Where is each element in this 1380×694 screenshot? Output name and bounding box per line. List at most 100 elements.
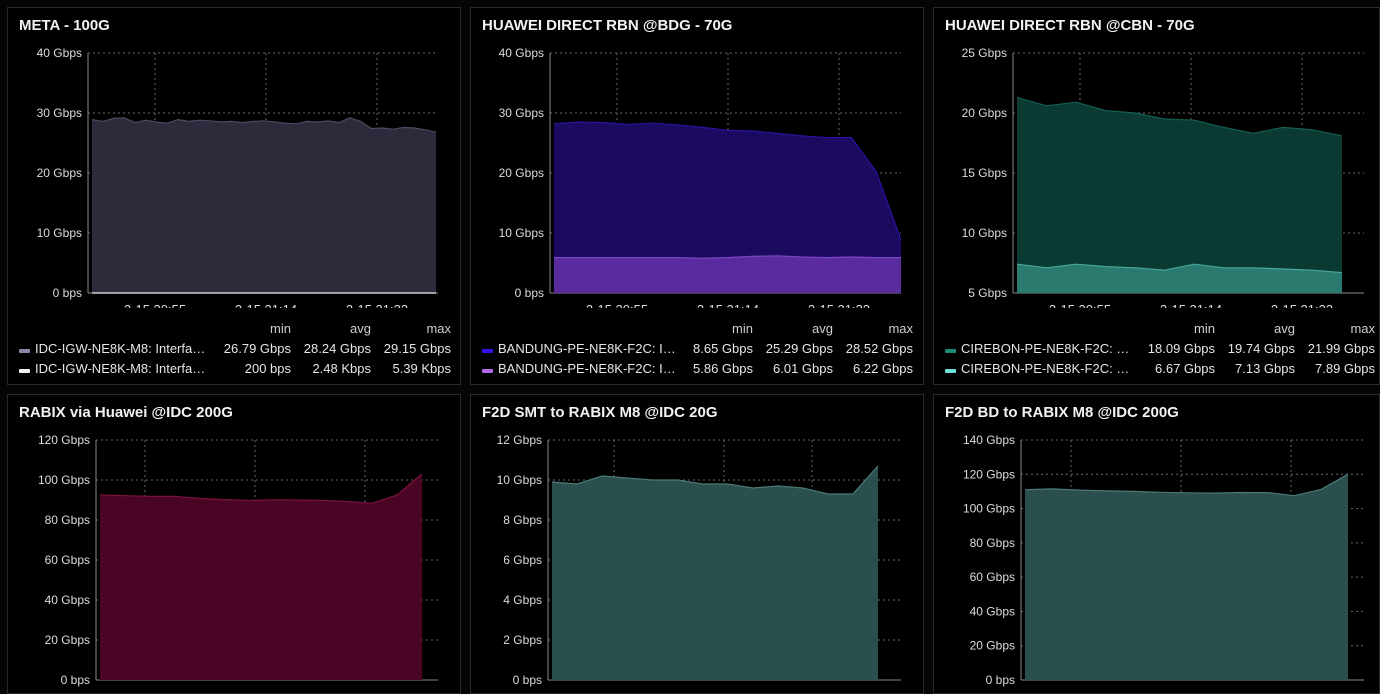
legend-header-avg[interactable]: avg — [350, 321, 371, 336]
series-avg: 6.01 Gbps — [773, 361, 833, 376]
series-name[interactable]: IDC-IGW-NE8K-M8: Interfa… — [35, 341, 213, 356]
panel-title[interactable]: META - 100G — [19, 17, 110, 34]
series-max: 21.99 Gbps — [1307, 341, 1375, 356]
series-max: 7.89 Gbps — [1315, 361, 1375, 376]
y-tick-label: 2 Gbps — [503, 633, 542, 647]
series-min: 18.09 Gbps — [1147, 341, 1215, 356]
legend-item[interactable]: CIREBON-PE-NE8K-F2C: … 6.67 Gbps 7.13 Gb… — [945, 361, 1375, 381]
x-tick-label: 2-15 20:55 — [124, 302, 186, 308]
y-tick-label: 0 bps — [513, 673, 542, 687]
panel-title[interactable]: RABIX via Huawei @IDC 200G — [19, 404, 233, 421]
y-tick-label: 0 bps — [61, 673, 90, 687]
y-tick-label: 4 Gbps — [503, 593, 542, 607]
chart-huawei-bdg: 0 bps 10 Gbps 20 Gbps 30 Gbps 40 Gbps 2-15 20… — [499, 46, 902, 308]
series-area-0 — [1017, 97, 1342, 294]
y-tick-label: 20 Gbps — [37, 166, 82, 180]
series-name[interactable]: CIREBON-PE-NE8K-F2C: … — [961, 341, 1139, 356]
legend-header-max[interactable]: max — [1350, 321, 1375, 336]
legend-header-min[interactable]: min — [1194, 321, 1215, 336]
series-area-0 — [1025, 474, 1348, 680]
series-name[interactable]: CIREBON-PE-NE8K-F2C: … — [961, 361, 1139, 376]
series-name[interactable]: IDC-IGW-NE8K-M8: Interfa… — [35, 361, 213, 376]
legend: min avg max BANDUNG-PE-NE8K-F2C: I… 8.65… — [482, 321, 913, 381]
legend-header-min[interactable]: min — [732, 321, 753, 336]
series-swatch — [482, 349, 493, 353]
legend: min avg max IDC-IGW-NE8K-M8: Interfa… 26… — [19, 321, 451, 381]
chart-f2d-smt: 0 bps 2 Gbps 4 Gbps 6 Gbps 8 Gbps 10 Gbps 12 G… — [497, 433, 901, 687]
series-swatch — [19, 369, 30, 373]
chart-meta: 0 bps 10 Gbps 20 Gbps 30 Gbps 40 Gbps 2-15 20… — [37, 46, 438, 308]
series-swatch — [482, 369, 493, 373]
y-tick-label: 60 Gbps — [970, 570, 1015, 584]
y-tick-label: 25 Gbps — [962, 46, 1007, 60]
y-tick-label: 100 Gbps — [38, 473, 90, 487]
chart-f2d-bd: 0 bps 20 Gbps 40 Gbps 60 Gbps 80 Gbps 100 Gbp… — [963, 433, 1364, 687]
series-name[interactable]: BANDUNG-PE-NE8K-F2C: I… — [498, 361, 676, 376]
legend-header-min[interactable]: min — [270, 321, 291, 336]
legend-item[interactable]: CIREBON-PE-NE8K-F2C: … 18.09 Gbps 19.74 … — [945, 341, 1375, 361]
legend-item[interactable]: IDC-IGW-NE8K-M8: Interfa… 26.79 Gbps 28.… — [19, 341, 451, 361]
x-tick-label: 2-15 21:14 — [1160, 302, 1222, 308]
x-tick-label: 2-15 20:55 — [1049, 302, 1111, 308]
series-max: 5.39 Kbps — [392, 361, 451, 376]
legend-header: min avg max — [19, 321, 451, 341]
series-swatch — [945, 349, 956, 353]
y-tick-label: 100 Gbps — [963, 502, 1015, 516]
series-area-0 — [100, 474, 422, 680]
x-tick-label: 2-15 20:55 — [586, 302, 648, 308]
y-tick-label: 120 Gbps — [963, 467, 1015, 481]
y-tick-label: 10 Gbps — [37, 226, 82, 240]
series-swatch — [945, 369, 956, 373]
series-avg: 28.24 Gbps — [303, 341, 371, 356]
y-tick-label: 5 Gbps — [968, 286, 1007, 300]
series-name[interactable]: BANDUNG-PE-NE8K-F2C: I… — [498, 341, 676, 356]
legend-header-avg[interactable]: avg — [1274, 321, 1295, 336]
panel-huawei-cbn: 5 Gbps 10 Gbps 15 Gbps 20 Gbps 25 Gbps 2-15 2… — [933, 7, 1380, 385]
panel-f2d-bd: 0 bps 20 Gbps 40 Gbps 60 Gbps 80 Gbps 100 Gbp… — [933, 394, 1380, 694]
legend-header-avg[interactable]: avg — [812, 321, 833, 336]
series-avg: 25.29 Gbps — [765, 341, 833, 356]
legend-item[interactable]: BANDUNG-PE-NE8K-F2C: I… 8.65 Gbps 25.29 … — [482, 341, 913, 361]
x-tick-label: 2-15 21:14 — [235, 302, 297, 308]
y-tick-label: 120 Gbps — [38, 433, 90, 447]
legend-header-max[interactable]: max — [888, 321, 913, 336]
series-area-0 — [92, 117, 436, 293]
x-tick-label: 2-15 21:14 — [697, 302, 759, 308]
legend-header: min avg max — [482, 321, 913, 341]
y-tick-label: 30 Gbps — [499, 106, 544, 120]
panel-title[interactable]: HUAWEI DIRECT RBN @BDG - 70G — [482, 17, 732, 34]
panel-title[interactable]: F2D SMT to RABIX M8 @IDC 20G — [482, 404, 717, 421]
legend-item[interactable]: BANDUNG-PE-NE8K-F2C: I… 5.86 Gbps 6.01 G… — [482, 361, 913, 381]
y-tick-label: 40 Gbps — [45, 593, 90, 607]
y-tick-label: 0 bps — [53, 286, 82, 300]
y-tick-label: 15 Gbps — [962, 166, 1007, 180]
y-tick-label: 20 Gbps — [45, 633, 90, 647]
panel-f2d-smt: 0 bps 2 Gbps 4 Gbps 6 Gbps 8 Gbps 10 Gbps 12 G… — [470, 394, 924, 694]
series-min: 5.86 Gbps — [693, 361, 753, 376]
y-tick-label: 8 Gbps — [503, 513, 542, 527]
panel-title[interactable]: F2D BD to RABIX M8 @IDC 200G — [945, 404, 1179, 421]
x-tick-label: 2-15 21:33 — [1271, 302, 1333, 308]
y-tick-label: 40 Gbps — [970, 604, 1015, 618]
y-tick-label: 40 Gbps — [499, 46, 544, 60]
y-tick-label: 20 Gbps — [962, 106, 1007, 120]
series-area-1 — [554, 255, 901, 293]
y-tick-label: 60 Gbps — [45, 553, 90, 567]
series-min: 8.65 Gbps — [693, 341, 753, 356]
panel-huawei-bdg: 0 bps 10 Gbps 20 Gbps 30 Gbps 40 Gbps 2-15 20… — [470, 7, 924, 385]
series-min: 6.67 Gbps — [1155, 361, 1215, 376]
series-min: 200 bps — [244, 361, 291, 376]
y-tick-label: 10 Gbps — [497, 473, 542, 487]
y-tick-label: 10 Gbps — [499, 226, 544, 240]
legend-header-max[interactable]: max — [426, 321, 451, 336]
chart-rabix-huawei: 0 bps 20 Gbps 40 Gbps 60 Gbps 80 Gbps 100 Gbp… — [38, 433, 438, 687]
legend-item[interactable]: IDC-IGW-NE8K-M8: Interfa… 200 bps 2.48 K… — [19, 361, 451, 381]
series-avg: 7.13 Gbps — [1235, 361, 1295, 376]
y-tick-label: 0 bps — [515, 286, 544, 300]
legend: min avg max CIREBON-PE-NE8K-F2C: … 18.09… — [945, 321, 1375, 381]
y-tick-label: 80 Gbps — [970, 536, 1015, 550]
panel-title[interactable]: HUAWEI DIRECT RBN @CBN - 70G — [945, 17, 1195, 34]
y-tick-label: 0 bps — [986, 673, 1015, 687]
series-max: 28.52 Gbps — [845, 341, 913, 356]
panel-rabix-huawei: 0 bps 20 Gbps 40 Gbps 60 Gbps 80 Gbps 100 Gbp… — [7, 394, 461, 694]
